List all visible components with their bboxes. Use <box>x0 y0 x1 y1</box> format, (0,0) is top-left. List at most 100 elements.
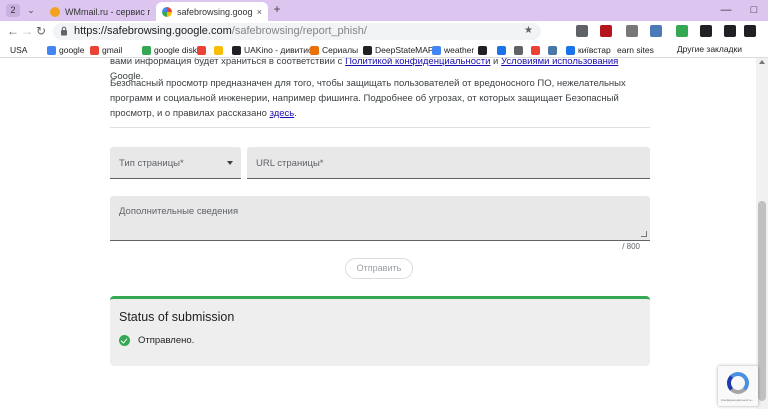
globe-icon[interactable] <box>576 25 588 37</box>
bookmark-label: київстар <box>578 45 611 55</box>
back-arrow-icon[interactable]: ← <box>6 24 20 38</box>
bookmark-item[interactable]: google <box>47 44 85 56</box>
tab-title: safebrowsing.google.co <box>177 6 253 17</box>
tab-safebrowsing[interactable]: safebrowsing.google.co × <box>156 2 268 21</box>
bookmark-item[interactable]: weather <box>432 44 474 56</box>
bookmark-favicon-icon <box>90 45 99 55</box>
other-bookmarks-folder[interactable]: Другие закладки <box>677 44 742 54</box>
bookmark-label: google disk <box>154 45 198 55</box>
maximize-icon[interactable]: □ <box>740 0 768 21</box>
additional-details-textarea[interactable]: Дополнительные сведения <box>110 196 650 241</box>
reload-icon[interactable]: ↻ <box>34 24 48 38</box>
window-controls: — □ <box>712 0 768 21</box>
dropdown-caret-icon <box>227 161 233 165</box>
bookmark-item[interactable] <box>197 44 209 56</box>
bookmark-favicon-icon <box>497 45 506 55</box>
bookmark-item[interactable]: UAKino - дивитис <box>232 44 312 56</box>
bookmark-item[interactable]: київстар <box>566 44 611 56</box>
status-row: Отправлено. <box>119 335 194 346</box>
page-viewport: вами информация будет храниться в соотве… <box>0 58 756 409</box>
bookmark-item[interactable]: Сериалы <box>310 44 358 56</box>
screenshot-icon[interactable] <box>626 25 638 37</box>
lock-icon <box>61 26 67 36</box>
bookmark-favicon-icon <box>232 45 241 55</box>
bookmark-favicon-icon <box>47 45 56 55</box>
bookmark-item[interactable] <box>548 44 560 56</box>
learn-more-link[interactable]: здесь <box>270 108 295 119</box>
bookmark-item[interactable] <box>531 44 543 56</box>
recaptcha-logo-icon <box>727 372 749 394</box>
bookmarks-bar: USA google gmail google disk UAKino - дивити… <box>0 42 768 58</box>
bookmark-label: google <box>59 45 85 55</box>
extension-arrow-icon[interactable] <box>700 25 712 37</box>
page-url-input[interactable]: URL страницы* <box>247 147 650 179</box>
bookmark-item[interactable]: USA <box>10 44 27 56</box>
new-tab-plus-icon[interactable]: + <box>270 3 284 17</box>
terms-of-use-link[interactable]: Условиями использования <box>501 58 618 67</box>
bookmark-favicon-icon <box>548 45 557 55</box>
bookmark-item[interactable]: earn sites <box>617 44 654 56</box>
bookmark-favicon-icon <box>478 45 487 55</box>
tab-list-chevron-icon[interactable]: ⌄ <box>24 3 38 18</box>
reading-list-icon[interactable] <box>724 25 736 37</box>
tab-wmmail[interactable]: WMmail.ru - сервис почто <box>44 2 156 21</box>
bookmark-star-icon[interactable]: ★ <box>524 25 533 36</box>
bookmark-favicon-icon <box>142 45 151 55</box>
tab-close-icon[interactable]: × <box>257 7 262 17</box>
bookmark-label: UAKino - дивитис <box>244 45 313 55</box>
tab-strip: 2 ⌄ WMmail.ru - сервис почто safebrowsin… <box>0 0 768 21</box>
bookmark-favicon-icon <box>310 45 319 55</box>
character-counter: / 800 <box>622 242 640 251</box>
bookmark-item[interactable] <box>478 44 490 56</box>
page-url-label: URL страницы* <box>256 158 324 169</box>
bookmark-label: gmail <box>102 45 123 55</box>
page-type-label: Тип страницы* <box>119 158 184 169</box>
bookmark-favicon-icon <box>514 45 523 55</box>
safe-browsing-description: Безопасный просмотр предназначен для тог… <box>110 78 626 119</box>
bookmark-item[interactable]: google disk <box>142 44 197 56</box>
bookmark-item[interactable]: gmail <box>90 44 122 56</box>
page-type-select[interactable]: Тип страницы* <box>110 147 241 179</box>
scroll-up-arrow-icon[interactable] <box>759 60 765 64</box>
bookmark-label: USA <box>10 45 28 55</box>
privacy-policy-link[interactable]: Политикой конфиденциальности <box>345 58 490 67</box>
scrollbar-thumb[interactable] <box>758 201 766 401</box>
bookmark-item[interactable] <box>214 44 226 56</box>
textarea-resize-handle-icon[interactable] <box>641 231 647 237</box>
url-host: https://safebrowsing.google.com <box>74 25 232 37</box>
minimize-icon[interactable]: — <box>712 0 740 21</box>
submit-button[interactable]: Отправить <box>345 258 413 279</box>
bookmark-favicon-icon <box>531 45 540 55</box>
bookmark-favicon-icon <box>566 45 575 55</box>
ublock-icon[interactable] <box>600 25 612 37</box>
bookmark-favicon-icon <box>432 45 441 55</box>
bookmark-item[interactable]: DeepStateMAP <box>363 44 434 56</box>
status-title: Status of submission <box>119 310 235 324</box>
recaptcha-badge[interactable]: Конфиденциальность - Условия использован… <box>718 366 758 406</box>
forward-arrow-icon[interactable]: → <box>20 24 34 38</box>
recaptcha-legal-text: Конфиденциальность - Условия использован… <box>721 398 754 402</box>
page-scrollbar[interactable] <box>756 58 768 409</box>
url-text[interactable]: https://safebrowsing.google.com/safebrow… <box>74 25 367 38</box>
check-circle-icon <box>119 335 130 346</box>
google-favicon-icon <box>162 6 172 17</box>
bookmark-label: weather <box>444 45 475 55</box>
bookmark-item[interactable] <box>497 44 509 56</box>
wmmail-favicon-icon <box>50 6 60 17</box>
address-bar[interactable]: https://safebrowsing.google.com/safebrow… <box>53 23 541 40</box>
bookmark-label: DeepStateMAP <box>375 45 434 55</box>
tab-counter-badge[interactable]: 2 <box>6 4 20 17</box>
browser-toolbar: ← → ↻ https://safebrowsing.google.com/sa… <box>0 21 768 42</box>
window-icon[interactable] <box>650 25 662 37</box>
tab-title: WMmail.ru - сервис почто <box>65 6 150 17</box>
bookmark-favicon-icon <box>363 45 372 55</box>
url-path: /safebrowsing/report_phish/ <box>231 25 367 37</box>
download-icon[interactable] <box>676 25 688 37</box>
download-manager-icon[interactable] <box>744 25 756 37</box>
bookmark-favicon-icon <box>197 45 206 55</box>
submission-status-card: Status of submission Отправлено. <box>110 296 650 366</box>
section-divider <box>110 127 650 128</box>
status-message: Отправлено. <box>138 335 195 346</box>
bookmark-favicon-icon <box>214 45 223 55</box>
bookmark-item[interactable] <box>514 44 526 56</box>
